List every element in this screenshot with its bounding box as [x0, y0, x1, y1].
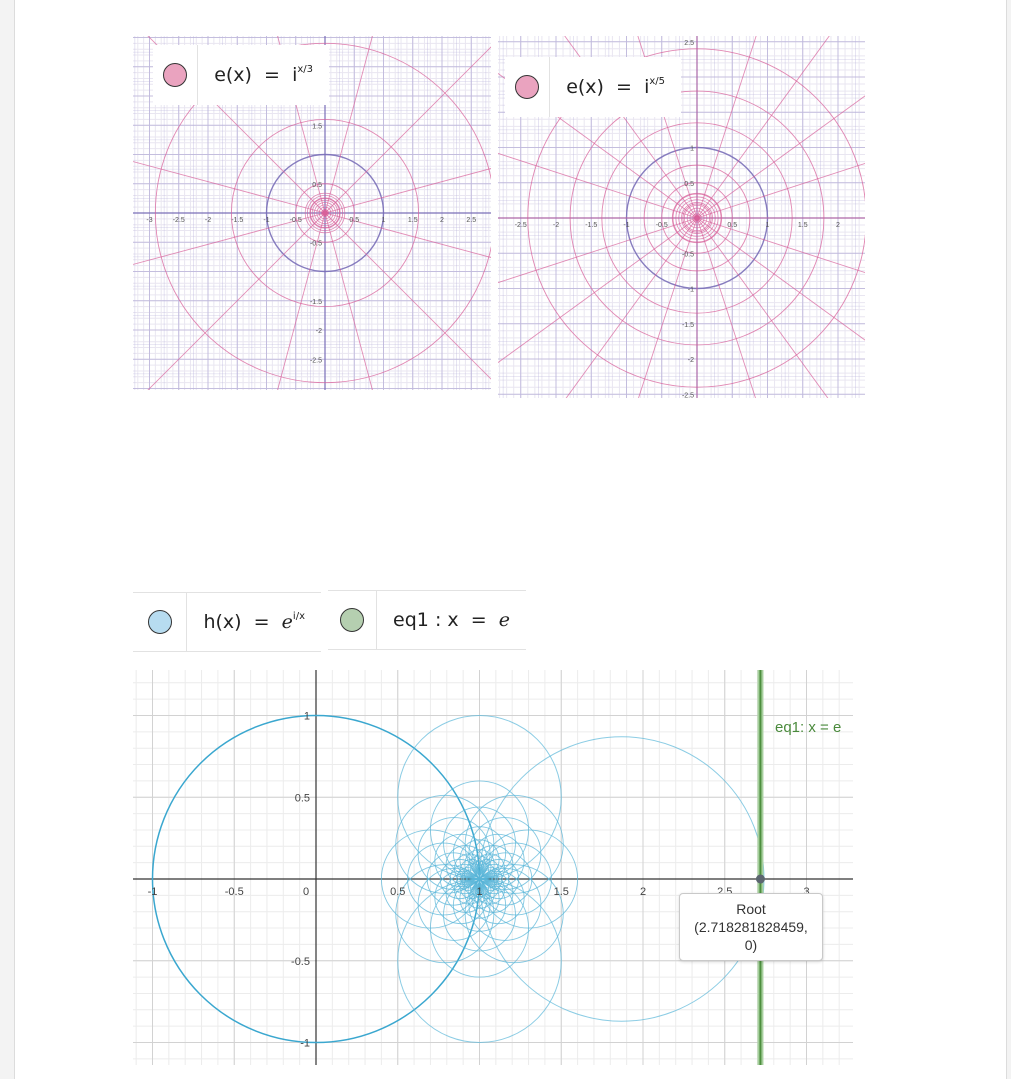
argument-ray: [324, 212, 491, 258]
x-tick-label: 1.5: [798, 222, 808, 229]
x-tick-label: 1: [766, 222, 770, 229]
rhs: e: [498, 609, 510, 631]
x-tick-label: 2: [836, 222, 840, 229]
y-tick-label: -2.5: [682, 392, 694, 398]
x-tick-label: 1: [476, 886, 482, 898]
y-tick-label: -1: [688, 287, 694, 294]
y-tick-label: 2.5: [684, 40, 694, 47]
function-name: h(x): [203, 611, 242, 633]
x-tick-label: -2.5: [515, 222, 527, 229]
y-tick-label: -0.5: [291, 956, 310, 968]
x-tick-label: 1.5: [408, 217, 418, 224]
x-tick-label: 1: [382, 217, 386, 224]
root-tooltip: Root (2.718281828459, 0): [679, 893, 823, 961]
argument-ray: [324, 36, 373, 214]
y-tick-label: 1: [690, 146, 694, 153]
exponent: i/x: [292, 611, 305, 622]
graph-panel-h[interactable]: -1 -0.5 0 0.5 1 1.5 2 2.5 3 1 0.5 -0.5 -1: [133, 670, 853, 1065]
x-tick-label: -2: [553, 222, 559, 229]
y-tick-label: 1.5: [312, 123, 322, 130]
colon: :: [434, 609, 442, 631]
lhs: x: [447, 609, 459, 631]
color-dot-icon[interactable]: [340, 608, 365, 632]
x-tick-label: -1: [623, 222, 629, 229]
equals-sign: =: [470, 609, 487, 631]
y-tick-label: -2.5: [310, 357, 322, 364]
function-expression[interactable]: h(x) = ei/x: [187, 611, 321, 633]
x-tick-label: 2: [640, 886, 646, 898]
argument-ray: [324, 212, 491, 380]
legend-h-e-i-x[interactable]: h(x) = ei/x: [133, 592, 321, 652]
function-expression[interactable]: e(x) = ix/3: [198, 64, 329, 86]
equation-name: eq1: [393, 609, 429, 631]
equation-expression[interactable]: eq1 : x = e: [377, 609, 526, 631]
x-tick-label: -2: [205, 217, 211, 224]
graph-canvas-3[interactable]: -1 -0.5 0 0.5 1 1.5 2 2.5 310.5-0.5-1: [133, 670, 853, 1065]
visibility-toggle[interactable]: [153, 45, 199, 105]
x-tick-label: -0.5: [290, 217, 302, 224]
x-tick-label: -2.5: [173, 217, 185, 224]
root-point: [755, 874, 765, 884]
equals-sign: =: [616, 76, 632, 98]
x-tick-label: -0.5: [656, 222, 668, 229]
legend-eq1[interactable]: eq1 : x = e: [328, 590, 526, 650]
legend-e-i-x3[interactable]: e(x) = ix/3: [153, 45, 329, 105]
root-coords: (2.718281828459, 0): [694, 919, 808, 953]
function-name: e(x): [214, 64, 252, 86]
color-dot-icon[interactable]: [147, 610, 172, 634]
visibility-toggle[interactable]: [328, 591, 378, 649]
y-tick-label: -1.5: [310, 299, 322, 306]
color-dot-icon[interactable]: [515, 75, 540, 99]
x-tick-label: -1: [263, 217, 269, 224]
x-tick-label: 2: [440, 217, 444, 224]
argument-ray: [277, 212, 326, 390]
argument-ray: [324, 46, 491, 214]
exponent: x/3: [297, 64, 313, 75]
origin-dot: [322, 210, 328, 216]
y-tick-label: 0.5: [312, 182, 322, 189]
x-tick-label: -3: [146, 217, 152, 224]
y-tick-label: -2: [688, 357, 694, 364]
function-expression[interactable]: e(x) = ix/5: [550, 76, 681, 98]
argument-ray: [324, 212, 373, 390]
y-tick-label: 0.5: [295, 792, 310, 804]
x-tick-label: 0.5: [390, 886, 405, 898]
argument-ray: [324, 168, 491, 214]
y-tick-label: -1.5: [682, 322, 694, 329]
x-tick-label: 1.5: [554, 886, 569, 898]
x-tick-label: 0: [303, 886, 309, 898]
document-page: -3-2.5-2-1.5-1-0.50.511.522.531.50.5-0.5…: [14, 0, 1007, 1079]
y-tick-label: -1: [300, 1038, 310, 1050]
equals-sign: =: [253, 611, 270, 633]
exponent: x/5: [649, 76, 665, 87]
visibility-toggle[interactable]: [505, 57, 551, 117]
x-tick-label: 2.5: [466, 217, 476, 224]
root-title: Root: [736, 901, 766, 917]
x-tick-label: 0.5: [727, 222, 737, 229]
function-name: e(x): [566, 76, 604, 98]
x-tick-label: -1.5: [585, 222, 597, 229]
legend-e-i-x5[interactable]: e(x) = ix/5: [505, 57, 681, 117]
y-tick-label: -0.5: [682, 251, 694, 258]
y-tick-label: 0.5: [684, 181, 694, 188]
x-tick-label: 0.5: [349, 217, 359, 224]
equals-sign: =: [264, 64, 280, 86]
y-tick-label: -0.5: [310, 240, 322, 247]
x-tick-label: -1.5: [231, 217, 243, 224]
y-tick-label: -2: [316, 328, 322, 335]
eq1-graph-label[interactable]: eq1: x = e: [775, 719, 841, 736]
base: e: [281, 611, 293, 633]
x-tick-label: -1: [148, 886, 158, 898]
x-tick-label: -0.5: [225, 886, 244, 898]
visibility-toggle[interactable]: [133, 593, 188, 651]
color-dot-icon[interactable]: [163, 63, 188, 87]
origin-dot: [694, 215, 700, 221]
y-tick-label: 1: [304, 711, 310, 723]
